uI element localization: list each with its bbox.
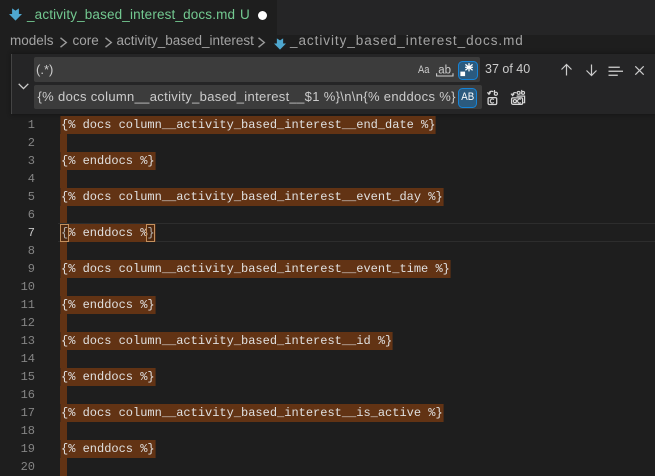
- svg-text:ab: ab: [438, 65, 451, 77]
